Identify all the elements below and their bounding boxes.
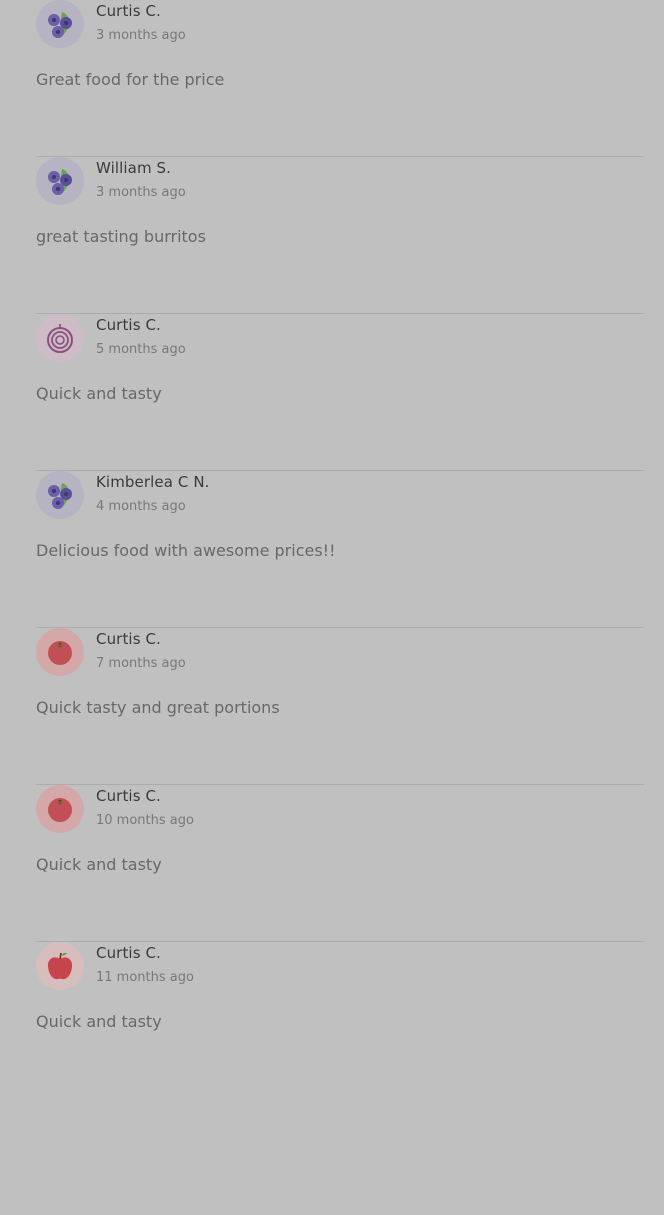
onion-icon (36, 314, 84, 362)
review-timestamp: 4 months ago (96, 499, 186, 514)
avatar[interactable] (36, 157, 84, 205)
review-item: Curtis C. 7 months ago Quick tasty and g… (36, 628, 644, 785)
tomato-icon (36, 785, 84, 833)
avatar[interactable] (36, 471, 84, 519)
apple-icon (36, 942, 84, 990)
reviewer-name: Kimberlea C N. (96, 473, 210, 491)
review-text: Great food for the price (36, 70, 225, 89)
review-timestamp: 3 months ago (96, 185, 186, 200)
avatar[interactable] (36, 314, 84, 362)
review-text: Quick tasty and great portions (36, 698, 280, 717)
review-item: Curtis C. 5 months ago Quick and tasty (36, 314, 644, 471)
reviewer-name: Curtis C. (96, 2, 161, 20)
review-text: Quick and tasty (36, 855, 162, 874)
reviewer-name: Curtis C. (96, 316, 161, 334)
tomato-icon (36, 628, 84, 676)
review-item: William S. 3 months ago great tasting bu… (36, 157, 644, 314)
review-text: great tasting burritos (36, 227, 206, 246)
reviewer-name: Curtis C. (96, 787, 161, 805)
reviews-list: Curtis C. 2 months ago Good food good pr… (0, 0, 664, 1099)
review-text: Quick and tasty (36, 1012, 162, 1031)
review-timestamp: 10 months ago (96, 813, 194, 828)
reviewer-name: Curtis C. (96, 630, 161, 648)
review-text: Delicious food with awesome prices!! (36, 541, 336, 560)
reviewer-name: Curtis C. (96, 944, 161, 962)
review-timestamp: 11 months ago (96, 970, 194, 985)
review-item: Curtis C. 10 months ago Quick and tasty (36, 785, 644, 942)
reviewer-name: William S. (96, 159, 172, 177)
blueberry-icon (36, 157, 84, 205)
avatar[interactable] (36, 942, 84, 990)
review-timestamp: 3 months ago (96, 28, 186, 43)
avatar[interactable] (36, 785, 84, 833)
review-timestamp: 7 months ago (96, 656, 186, 671)
review-timestamp: 5 months ago (96, 342, 186, 357)
review-item: Kimberlea C N. 4 months ago Delicious fo… (36, 471, 644, 628)
avatar[interactable] (36, 0, 84, 48)
review-item: Curtis C. 11 months ago Quick and tasty (36, 942, 644, 1099)
review-item: Curtis C. 3 months ago Great food for th… (36, 0, 644, 157)
review-text: Quick and tasty (36, 384, 162, 403)
blueberry-icon (36, 0, 84, 48)
blueberry-icon (36, 471, 84, 519)
avatar[interactable] (36, 628, 84, 676)
